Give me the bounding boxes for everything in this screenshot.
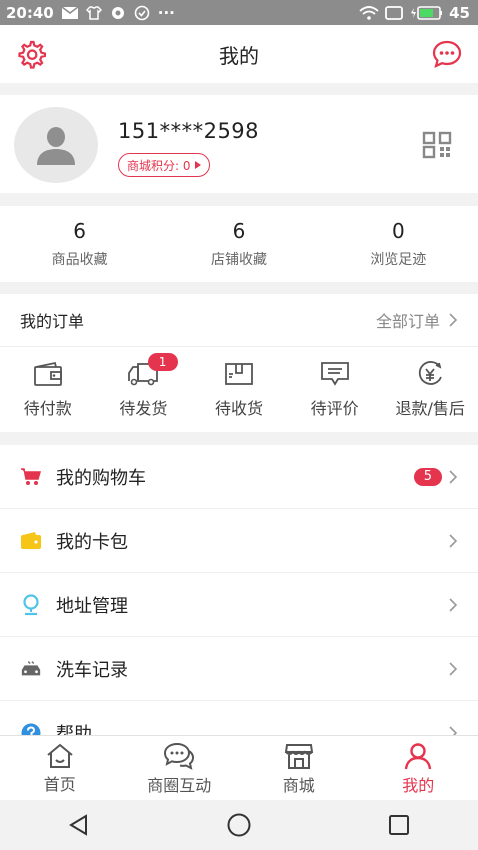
system-nav-bar xyxy=(0,800,478,850)
menu-item-label: 洗车记录 xyxy=(56,659,128,681)
order-refund-aftersale[interactable]: 退款/售后 xyxy=(382,347,478,433)
qr-code-icon xyxy=(422,131,452,159)
home-icon xyxy=(47,743,73,768)
flower-icon xyxy=(111,6,124,19)
points-badge[interactable]: 商城积分: 0 xyxy=(118,153,210,177)
menu-item-help[interactable]: 帮助 xyxy=(0,701,478,735)
order-pending-receipt[interactable]: 待收货 xyxy=(191,347,287,433)
stat-count: 0 xyxy=(391,219,405,243)
orders-section: 我的订单 全部订单 待付款 1 待发货 待收货 待评价 退款/售后 xyxy=(0,294,478,432)
more-notifications: ··· xyxy=(157,3,175,22)
stat-store-favorites[interactable]: 6 店铺收藏 xyxy=(159,206,318,282)
battery-icon xyxy=(411,5,443,20)
card-wallet-icon xyxy=(21,531,41,549)
settings-button[interactable] xyxy=(16,39,47,73)
menu-item-label: 我的购物车 xyxy=(56,467,146,489)
profile-card: 151****2598 商城积分: 0 xyxy=(0,95,478,193)
gear-icon xyxy=(18,40,47,69)
order-pending-payment[interactable]: 待付款 xyxy=(0,347,96,433)
page-title: 我的 xyxy=(219,43,259,68)
mail-icon xyxy=(61,6,78,19)
wifi-icon xyxy=(359,5,379,20)
order-status-label: 待评价 xyxy=(310,399,359,418)
status-bar: 20:40 ··· 45 xyxy=(0,0,478,25)
stat-count: 6 xyxy=(232,219,246,243)
refund-icon xyxy=(419,361,443,385)
order-pending-review[interactable]: 待评价 xyxy=(287,347,383,433)
check-circle-icon xyxy=(134,5,150,20)
all-orders-label: 全部订单 xyxy=(375,312,440,331)
shop-icon xyxy=(284,743,313,769)
order-status-label: 退款/售后 xyxy=(395,399,465,418)
header: 我的 xyxy=(0,25,478,83)
help-icon xyxy=(21,723,41,735)
stat-label: 店铺收藏 xyxy=(210,252,267,268)
menu-item-cart[interactable]: 我的购物车 5 xyxy=(0,445,478,509)
stat-label: 浏览足迹 xyxy=(370,252,427,268)
stat-count: 6 xyxy=(73,219,87,243)
chevron-right-icon xyxy=(449,469,458,484)
avatar[interactable] xyxy=(14,107,98,183)
all-orders-link[interactable]: 全部订单 xyxy=(376,308,458,332)
user-phone: 151****2598 xyxy=(118,119,260,143)
tab-shop[interactable]: 商城 xyxy=(239,736,359,801)
tab-label: 我的 xyxy=(402,775,435,795)
tab-mine[interactable]: 我的 xyxy=(359,736,478,801)
chevron-right-icon xyxy=(449,313,458,327)
menu-item-label: 地址管理 xyxy=(56,595,128,617)
status-time: 20:40 xyxy=(6,3,54,22)
stat-product-favorites[interactable]: 6 商品收藏 xyxy=(0,206,159,282)
chevron-right-icon xyxy=(449,661,458,676)
tab-home[interactable]: 首页 xyxy=(0,736,120,801)
menu-item-address[interactable]: 地址管理 xyxy=(0,573,478,637)
menu-item-car-wash[interactable]: 洗车记录 xyxy=(0,637,478,701)
home-circle-icon[interactable] xyxy=(226,812,252,838)
tab-business-circle[interactable]: 商圈互动 xyxy=(120,736,240,801)
chat-bubble-icon xyxy=(432,40,462,69)
shirt-icon xyxy=(85,5,102,20)
user-placeholder-icon xyxy=(37,127,75,165)
battery-level: 45 xyxy=(449,3,470,22)
order-pending-shipment[interactable]: 1 待发货 xyxy=(96,347,192,433)
bottom-tab-bar: 首页 商圈互动 商城 我的 xyxy=(0,735,478,801)
menu-item-label: 我的卡包 xyxy=(56,531,128,553)
orders-header: 我的订单 全部订单 xyxy=(0,294,478,347)
car-icon xyxy=(21,660,41,675)
comment-icon xyxy=(320,362,349,386)
stat-browse-history[interactable]: 0 浏览足迹 xyxy=(319,206,478,282)
back-icon[interactable] xyxy=(67,813,91,837)
wallet-icon xyxy=(33,361,62,386)
points-label: 商城积分: 0 xyxy=(127,158,191,173)
chevron-right-icon xyxy=(449,533,458,548)
qr-code-button[interactable] xyxy=(422,131,452,163)
chevron-right-icon xyxy=(449,597,458,612)
order-status-label: 待付款 xyxy=(23,399,72,418)
stat-label: 商品收藏 xyxy=(51,252,108,268)
chat-icon xyxy=(164,742,195,770)
order-status-label: 待收货 xyxy=(214,399,263,418)
tab-label: 商城 xyxy=(282,775,315,795)
recents-icon[interactable] xyxy=(387,813,411,837)
menu-item-card-wallet[interactable]: 我的卡包 xyxy=(0,509,478,573)
screen-icon xyxy=(385,5,404,20)
messages-button[interactable] xyxy=(432,39,462,73)
orders-title: 我的订单 xyxy=(20,312,85,331)
order-status-row: 待付款 1 待发货 待收货 待评价 退款/售后 xyxy=(0,347,478,433)
user-icon xyxy=(405,742,432,769)
order-status-label: 待发货 xyxy=(119,399,168,418)
cart-count-badge: 5 xyxy=(413,467,442,486)
chevron-right-icon xyxy=(449,725,458,735)
tab-label: 商圈互动 xyxy=(147,775,212,795)
tab-label: 首页 xyxy=(43,774,76,794)
menu-list: 我的购物车 5 我的卡包 地址管理 洗车记录 帮助 xyxy=(0,445,478,735)
stats-bar: 6 商品收藏 6 店铺收藏 0 浏览足迹 xyxy=(0,206,478,282)
box-icon xyxy=(225,363,253,385)
triangle-right-icon xyxy=(194,161,201,169)
order-badge: 1 xyxy=(147,353,178,371)
cart-icon xyxy=(21,467,41,485)
location-icon xyxy=(23,593,39,615)
menu-item-label: 帮助 xyxy=(56,723,92,736)
